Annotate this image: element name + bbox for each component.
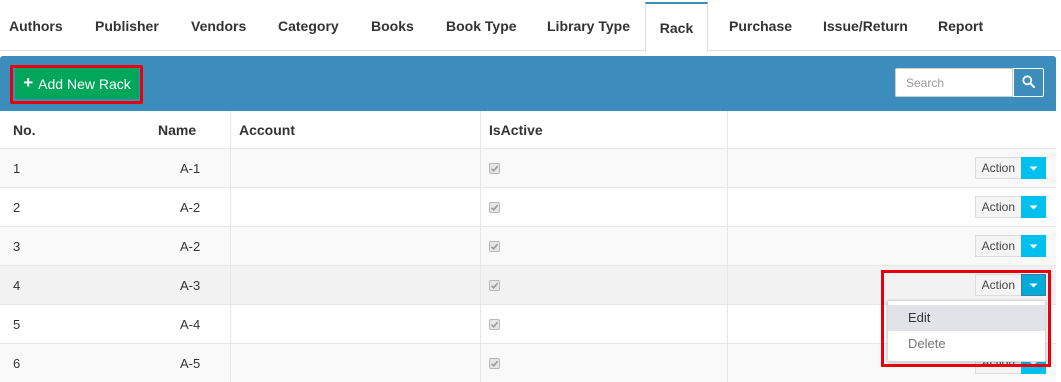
row-actions: Action (727, 149, 1056, 187)
row-actions: Action (727, 227, 1056, 265)
column-header-no: No. (13, 121, 36, 138)
tab-book-type[interactable]: Book Type (446, 0, 517, 51)
row-account (230, 227, 239, 265)
row-name: A-5 (180, 355, 201, 371)
row-no: 3 (13, 238, 21, 254)
table-row: 2 A-2 Action (0, 188, 1056, 227)
tab-category[interactable]: Category (278, 0, 339, 51)
check-icon (489, 162, 500, 174)
table-row: 1 A-1 Action (0, 149, 1056, 188)
row-account (230, 305, 239, 343)
row-no: 5 (13, 316, 21, 332)
action-button[interactable]: Action (974, 157, 1046, 179)
tab-vendors[interactable]: Vendors (191, 0, 246, 51)
add-new-rack-label: Add New Rack (38, 75, 131, 92)
plus-icon: + (23, 73, 34, 92)
row-actions: Action (727, 188, 1056, 226)
row-account (230, 188, 239, 226)
table-row: 3 A-2 Action (0, 227, 1056, 266)
row-account (230, 149, 239, 187)
check-icon (489, 201, 500, 213)
caret-down-icon[interactable] (1021, 235, 1046, 257)
caret-down-icon[interactable] (1021, 157, 1046, 179)
action-label: Action (974, 157, 1021, 179)
row-name: A-3 (180, 277, 201, 293)
check-icon (489, 240, 500, 252)
column-header-account: Account (230, 111, 295, 148)
row-isactive (480, 344, 500, 382)
tab-authors[interactable]: Authors (9, 0, 63, 51)
row-account (230, 344, 239, 382)
row-name: A-2 (180, 199, 201, 215)
search-icon (1022, 74, 1035, 91)
row-name: A-2 (180, 238, 201, 254)
row-name: A-4 (180, 316, 201, 332)
action-button[interactable]: Action (974, 196, 1046, 218)
module-tabs: Authors Publisher Vendors Category Books… (0, 0, 1061, 52)
check-icon (489, 357, 500, 369)
tab-library-type[interactable]: Library Type (547, 0, 630, 51)
row-name: A-1 (180, 160, 201, 176)
row-no: 6 (13, 355, 21, 371)
column-header-actions (727, 111, 1056, 148)
check-icon (489, 318, 500, 330)
tab-report[interactable]: Report (938, 0, 983, 51)
tab-publisher[interactable]: Publisher (95, 0, 159, 51)
delete-menu-item[interactable]: Delete (888, 331, 1045, 357)
table-header-row: No. Name Account IsActive (0, 111, 1056, 149)
tab-issue-return[interactable]: Issue/Return (823, 0, 908, 51)
action-label: Action (974, 274, 1021, 296)
action-button[interactable]: Action (974, 274, 1046, 296)
search-input[interactable] (895, 68, 1013, 97)
add-new-rack-button[interactable]: + Add New Rack (15, 68, 139, 99)
panel-header: + Add New Rack (0, 56, 1056, 111)
check-icon (489, 279, 500, 291)
column-header-name: Name (158, 121, 197, 138)
tab-rack[interactable]: Rack (645, 2, 708, 52)
action-label: Action (974, 235, 1021, 257)
search-button[interactable] (1013, 68, 1044, 97)
edit-menu-item[interactable]: Edit (888, 305, 1045, 331)
row-no: 4 (13, 277, 21, 293)
row-actions: Action (727, 266, 1056, 304)
row-no: 1 (13, 160, 21, 176)
tab-books[interactable]: Books (371, 0, 414, 51)
action-button[interactable]: Action (974, 235, 1046, 257)
action-dropdown-menu: Edit Delete (887, 300, 1046, 362)
action-label: Action (974, 196, 1021, 218)
row-account (230, 266, 239, 304)
caret-down-icon[interactable] (1021, 196, 1046, 218)
row-isactive (480, 149, 500, 187)
row-isactive (480, 305, 500, 343)
tab-purchase[interactable]: Purchase (729, 0, 792, 51)
row-isactive (480, 266, 500, 304)
column-header-isactive: IsActive (480, 111, 543, 148)
row-no: 2 (13, 199, 21, 215)
caret-down-icon[interactable] (1021, 274, 1046, 296)
row-isactive (480, 188, 500, 226)
row-isactive (480, 227, 500, 265)
